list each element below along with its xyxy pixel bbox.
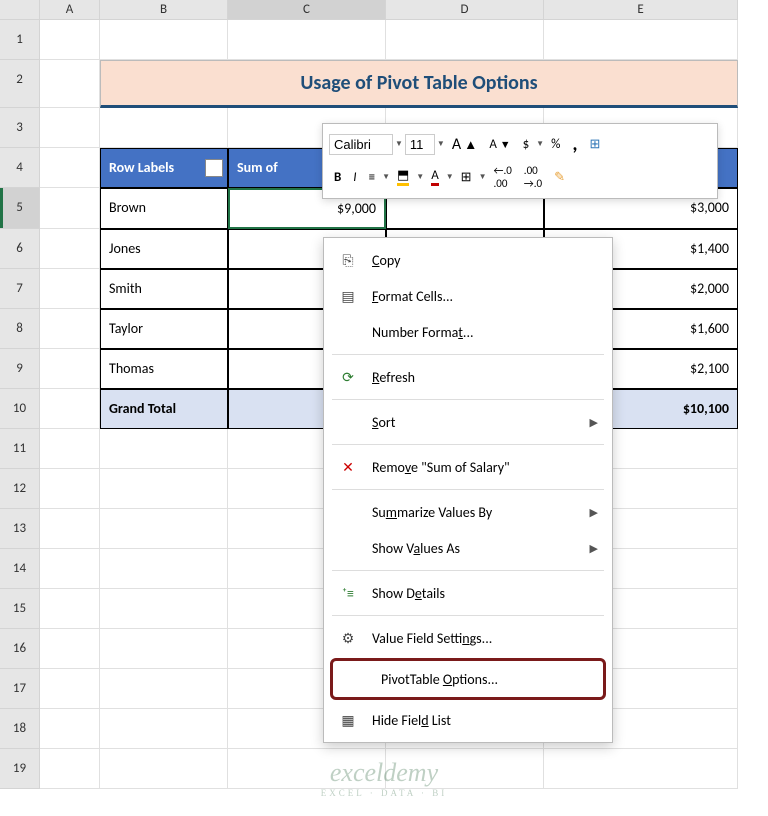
menu-separator — [332, 615, 604, 616]
row-header-13[interactable]: 13 — [0, 509, 40, 549]
row-header-19[interactable]: 19 — [0, 749, 40, 789]
chevron-down-icon[interactable]: ▼ — [382, 172, 390, 182]
chevron-down-icon[interactable]: ▼ — [437, 139, 445, 149]
menu-summarize[interactable]: Summarize Values By ▶ — [324, 494, 612, 530]
col-header-a[interactable]: A — [40, 0, 100, 20]
row-header-8[interactable]: 8 — [0, 309, 40, 349]
menu-show-values[interactable]: Show Values As ▶ — [324, 530, 612, 566]
chevron-right-icon: ▶ — [590, 506, 598, 519]
decrease-font-icon[interactable]: A▼ — [484, 135, 515, 154]
menu-separator — [332, 489, 604, 490]
col-header-d[interactable]: D — [386, 0, 544, 20]
menu-pivot-options[interactable]: PivotTable Options... — [330, 658, 606, 700]
menu-remove[interactable]: ✕ Remove "Sum of Salary" — [324, 449, 612, 485]
copy-icon: ⎘ — [338, 250, 358, 270]
mini-toolbar: ▼ ▼ A▲ A▼ $ ▼ % , ⊞ B I ≡▼ ⬒▼ A▼ ⊞▼ ←.0.… — [322, 123, 718, 199]
row-header-5[interactable]: 5 — [0, 188, 40, 229]
row-header-12[interactable]: 12 — [0, 469, 40, 509]
menu-format-cells[interactable]: ▤ Format Cells... — [324, 278, 612, 314]
row-header-14[interactable]: 14 — [0, 549, 40, 589]
filter-dropdown-icon[interactable]: ▼ — [205, 159, 223, 177]
chevron-down-icon[interactable]: ▼ — [479, 172, 487, 182]
remove-icon: ✕ — [338, 457, 358, 477]
format-cells-icon: ▤ — [338, 286, 358, 306]
font-size-input[interactable] — [405, 134, 435, 155]
refresh-icon: ⟳ — [338, 367, 358, 387]
borders-button[interactable]: ⊞ — [456, 168, 477, 187]
row-header-11[interactable]: 11 — [0, 429, 40, 469]
corner-cell — [0, 0, 40, 20]
row-header-10[interactable]: 10 — [0, 389, 40, 429]
row-header-9[interactable]: 9 — [0, 349, 40, 389]
menu-value-field[interactable]: ⚙ Value Field Settings... — [324, 620, 612, 656]
menu-separator — [332, 570, 604, 571]
row-header-1[interactable]: 1 — [0, 20, 40, 60]
menu-refresh[interactable]: ⟳ Refresh — [324, 359, 612, 395]
col-header-c[interactable]: C — [228, 0, 386, 20]
font-name-input[interactable] — [329, 134, 393, 155]
title-cell: Usage of Pivot Table Options — [100, 60, 738, 108]
font-color-button[interactable]: A — [426, 166, 444, 188]
chevron-right-icon: ▶ — [590, 542, 598, 555]
chevron-down-icon[interactable]: ▼ — [395, 139, 403, 149]
fill-color-button[interactable]: ⬒ — [392, 166, 414, 188]
menu-hide-field[interactable]: ▦ Hide Field List — [324, 702, 612, 738]
row-header-7[interactable]: 7 — [0, 269, 40, 309]
row-header-16[interactable]: 16 — [0, 629, 40, 669]
chevron-down-icon[interactable]: ▼ — [416, 172, 424, 182]
menu-copy[interactable]: ⎘ Copy — [324, 242, 612, 278]
hide-icon: ▦ — [338, 710, 358, 730]
accounting-format-button[interactable]: $ — [518, 135, 535, 154]
watermark: exceldemy EXCEL · DATA · BI — [321, 758, 447, 798]
col-header-b[interactable]: B — [100, 0, 228, 20]
percent-format-button[interactable]: % — [546, 135, 565, 154]
increase-decimal-button[interactable]: ←.0.00 — [488, 162, 516, 192]
pivot-row-smith: Smith — [100, 269, 228, 309]
decrease-decimal-button[interactable]: .00→.0 — [519, 162, 547, 192]
chevron-down-icon[interactable]: ▼ — [446, 172, 454, 182]
menu-number-format[interactable]: Number Format... — [324, 314, 612, 350]
align-button[interactable]: ≡ — [364, 168, 380, 187]
expand-icon: ⁺≡ — [338, 583, 358, 603]
row-header-18[interactable]: 18 — [0, 709, 40, 749]
menu-separator — [332, 444, 604, 445]
row-header-15[interactable]: 15 — [0, 589, 40, 629]
menu-sort[interactable]: Sort ▶ — [324, 404, 612, 440]
row-header-2[interactable]: 2 — [0, 60, 40, 108]
chevron-down-icon[interactable]: ▼ — [536, 139, 544, 149]
row-header-17[interactable]: 17 — [0, 669, 40, 709]
menu-separator — [332, 354, 604, 355]
col-header-e[interactable]: E — [544, 0, 738, 20]
menu-separator — [332, 399, 604, 400]
row-header-3[interactable]: 3 — [0, 108, 40, 148]
pivot-row-taylor: Taylor — [100, 309, 228, 349]
menu-show-details[interactable]: ⁺≡ Show Details — [324, 575, 612, 611]
settings-icon: ⚙ — [338, 628, 358, 648]
row-header-4[interactable]: 4 — [0, 148, 40, 188]
comma-format-button[interactable]: , — [567, 130, 582, 158]
context-menu: ⎘ Copy ▤ Format Cells... Number Format..… — [323, 237, 613, 743]
bold-button[interactable]: B — [329, 168, 346, 187]
format-painter-icon[interactable]: ✎ — [549, 168, 570, 187]
chevron-right-icon: ▶ — [590, 416, 598, 429]
pivot-row-jones: Jones — [100, 229, 228, 269]
italic-button[interactable]: I — [348, 168, 361, 187]
pivot-row-brown: Brown — [100, 188, 228, 229]
row-header-6[interactable]: 6 — [0, 229, 40, 269]
pivot-row-thomas: Thomas — [100, 349, 228, 389]
format-painter-border-icon[interactable]: ⊞ — [585, 135, 606, 154]
pivot-row-grandtotal: Grand Total — [100, 389, 228, 429]
increase-font-icon[interactable]: A▲ — [447, 133, 482, 156]
pivot-header-rowlabels[interactable]: Row Labels ▼ — [100, 148, 228, 188]
